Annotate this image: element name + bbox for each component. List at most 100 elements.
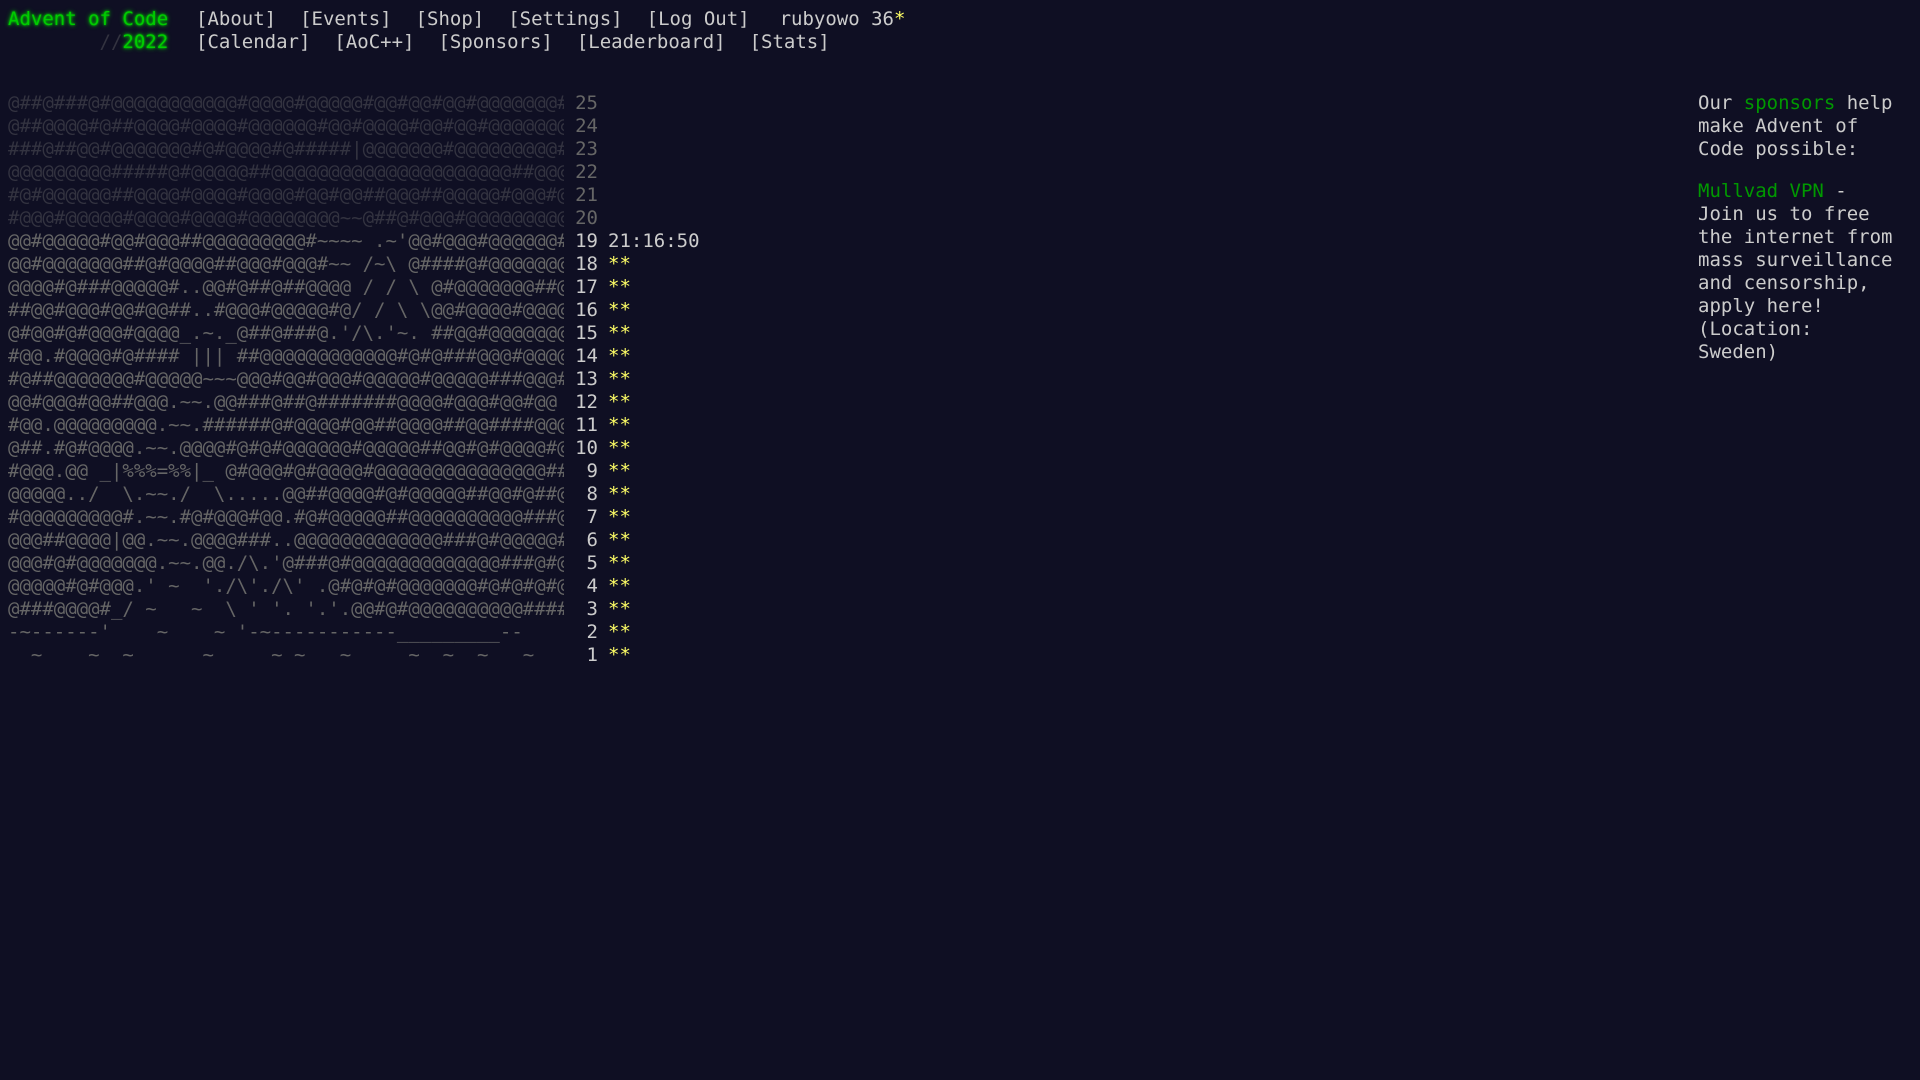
calendar-day-16[interactable]: ##@@#@@@#@@#@@##..#@@@#@@@@@#@/ / \ \@@#… — [8, 299, 700, 322]
calendar-day-number: 23 — [575, 138, 598, 160]
calendar-art-line: ##@@#@@@#@@#@@##..#@@@#@@@@@#@/ / \ \@@#… — [8, 299, 564, 321]
day-stars: ** — [608, 345, 631, 367]
site-header: Advent of Code [About] [Events] [Shop] [Set… — [8, 8, 905, 54]
calendar-art-line: @@@#@#@@@@@@@.~~.@@./\.'@###@#@@@@@@@@@@… — [8, 552, 564, 574]
calendar-art-line: @@@@@#@#@@@.' ~ './\'./\' .@#@#@#@@@@@@@… — [8, 575, 564, 597]
calendar-art-line: @@@@#@###@@@@@#..@@#@##@##@@@@ / / \ @#@… — [8, 276, 564, 298]
day-stars: ** — [608, 299, 631, 321]
calendar-art-line: #@#@@@@@@##@@@@#@@@@#@@@@#@@#@@##@@@##@@… — [8, 184, 564, 206]
calendar-art-line: ###@##@@#@@@@@@@#@#@@@@#@#####|@@@@@@@#@… — [8, 138, 564, 160]
day-stars: ** — [608, 414, 631, 436]
calendar-art-line: @##@@@@#@##@@@@#@@@@#@@@@@@#@@#@@@@#@@#@… — [8, 115, 564, 137]
calendar-art-line: #@@.@@@@@@@@@.~~.######@#@@@@#@@##@@@@##… — [8, 414, 564, 436]
nav-link-about[interactable]: [About] — [196, 8, 276, 30]
event-nav: [Calendar] [AoC++] [Sponsors] [Leaderboard]… — [196, 31, 854, 54]
calendar-day-number: 5 — [586, 552, 598, 574]
calendar-art-line: #@@.#@@@@#@#### ||| ##@@@@@@@@@@@@#@#@##… — [8, 345, 564, 367]
nav-link-events[interactable]: [Events] — [300, 8, 392, 30]
calendar-art-line: #@@@@@@@@@#.~~.#@#@@@#@@.#@#@@@@@##@@@@@… — [8, 506, 564, 528]
calendar-day-21: #@#@@@@@@##@@@@#@@@@#@@@@#@@#@@##@@@##@@… — [8, 184, 700, 207]
calendar-day-19[interactable]: @@#@@@@@#@@#@@@##@@@@@@@@@#~~~~ .~'@@#@@… — [8, 230, 700, 253]
calendar-day-13[interactable]: #@##@@@@@@@#@@@@@~~~@@@#@@#@@@#@@@@@#@@@… — [8, 368, 700, 391]
site-title-wrap: Advent of Code — [8, 8, 196, 31]
calendar-day-number: 24 — [575, 115, 598, 137]
calendar-day-number: 21 — [575, 184, 598, 206]
calendar-day-number: 7 — [586, 506, 598, 528]
calendar-art-line: #@@@.@@ _|%%%=%%|_ @#@@@#@#@@@@#@@@@@@@@… — [8, 460, 564, 482]
calendar-day-number: 25 — [575, 92, 598, 114]
calendar-day-5[interactable]: @@@#@#@@@@@@@.~~.@@./\.'@###@#@@@@@@@@@@… — [8, 552, 700, 575]
calendar-day-23: ###@##@@#@@@@@@@#@#@@@@#@#####|@@@@@@@#@… — [8, 138, 700, 161]
calendar-art-line: @@@@@@@@@#####@#@@@@@##@@@@@@@@@@@@@@@@@… — [8, 161, 564, 183]
calendar-day-18[interactable]: @@#@@@@@@@##@#@@@@##@@@#@@@#~~ /~\ @####… — [8, 253, 700, 276]
calendar-day-number: 6 — [586, 529, 598, 551]
calendar-day-3[interactable]: @###@@@@#_/ ~ ~ \ ' '. '.'.@@#@#@@@@@@@@… — [8, 598, 700, 621]
calendar-day-20: #@@@#@@@@@#@@@@#@@@@#@@@@@@@@~~@##@#@@@#… — [8, 207, 700, 230]
calendar-day-9[interactable]: #@@@.@@ _|%%%=%%|_ @#@@@#@#@@@@#@@@@@@@@… — [8, 460, 700, 483]
nav-link-log-out[interactable]: [Log Out] — [647, 8, 750, 30]
calendar-day-number: 20 — [575, 207, 598, 229]
sponsor-intro-text: Our — [1698, 92, 1744, 114]
calendar-art-line: @@@@@../ \.~~./ \.....@@##@@@@#@#@@@@@##… — [8, 483, 564, 505]
calendar-art-line: @##@###@#@@@@@@@@@@@#@@@@#@@@@@#@@#@@#@@… — [8, 92, 564, 114]
day-stars: ** — [608, 460, 631, 482]
sponsor-name-link[interactable]: Mullvad VPN — [1698, 180, 1824, 202]
sponsor-ad[interactable]: Mullvad VPN - Join us to free the intern… — [1698, 180, 1898, 364]
sponsor-sidebar: Our sponsors help make Advent of Code po… — [1698, 92, 1898, 383]
event-year-link[interactable]: 2022 — [122, 31, 168, 53]
day-stars: ** — [608, 529, 631, 551]
event-nav-link-leaderboard[interactable]: [Leaderboard] — [577, 31, 726, 53]
calendar-day-number: 8 — [586, 483, 598, 505]
year-prefix: // — [99, 31, 123, 53]
calendar-day-4[interactable]: @@@@@#@#@@@.' ~ './\'./\' .@#@#@#@@@@@@@… — [8, 575, 700, 598]
calendar-day-11[interactable]: #@@.@@@@@@@@@.~~.######@#@@@@#@@##@@@@##… — [8, 414, 700, 437]
day-stars: ** — [608, 437, 631, 459]
calendar-day-17[interactable]: @@@@#@###@@@@@#..@@#@##@##@@@@ / / \ @#@… — [8, 276, 700, 299]
calendar-art-line: #@@@#@@@@@#@@@@#@@@@#@@@@@@@@~~@##@#@@@#… — [8, 207, 564, 229]
calendar-art-line: -~------' ~ ~ '-~-----------_________-- — [8, 621, 523, 643]
day-stars: ** — [608, 253, 631, 275]
nav-link-settings[interactable]: [Settings] — [508, 8, 622, 30]
calendar-day-2[interactable]: -~------' ~ ~ '-~-----------_________-- 2… — [8, 621, 700, 644]
day-stars: ** — [608, 368, 631, 390]
calendar-day-number: 14 — [575, 345, 598, 367]
site-title-link[interactable]: Advent of Code — [8, 8, 168, 30]
sponsors-link[interactable]: sponsors — [1744, 92, 1836, 114]
calendar-day-12[interactable]: @@#@@@#@@##@@@.~~.@@###@##@#######@@@@#@… — [8, 391, 700, 414]
calendar-day-number: 11 — [575, 414, 598, 436]
calendar-day-10[interactable]: @##.#@#@@@@.~~.@@@@#@#@#@@@@@@#@@@@@##@@… — [8, 437, 700, 460]
calendar-day-number: 15 — [575, 322, 598, 344]
sponsor-intro: Our sponsors help make Advent of Code po… — [1698, 92, 1898, 161]
calendar-day-number: 12 — [575, 391, 598, 413]
calendar-art-line: @@@##@@@@|@@.~~.@@@@###..@@@@@@@@@@@@@##… — [8, 529, 564, 551]
calendar-day-15[interactable]: @#@@#@#@@@#@@@@_.~._@##@###@.'/\.'~. ##@… — [8, 322, 700, 345]
header-row-top: Advent of Code [About] [Events] [Shop] [Set… — [8, 8, 905, 31]
calendar-day-14[interactable]: #@@.#@@@@#@#### ||| ##@@@@@@@@@@@@#@#@##… — [8, 345, 700, 368]
event-nav-link-calendar[interactable]: [Calendar] — [196, 31, 310, 53]
day-stars: ** — [608, 391, 631, 413]
calendar-day-6[interactable]: @@@##@@@@|@@.~~.@@@@###..@@@@@@@@@@@@@##… — [8, 529, 700, 552]
calendar-day-number: 10 — [575, 437, 598, 459]
event-nav-link-stats[interactable]: [Stats] — [750, 31, 830, 53]
calendar-art-line: #@##@@@@@@@#@@@@@~~~@@@#@@#@@@#@@@@@#@@@… — [8, 368, 564, 390]
event-nav-link-sponsors[interactable]: [Sponsors] — [438, 31, 552, 53]
calendar-day-22: @@@@@@@@@#####@#@@@@@##@@@@@@@@@@@@@@@@@… — [8, 161, 700, 184]
calendar-art-line: @@#@@@@@#@@#@@@##@@@@@@@@@#~~~~ .~'@@#@@… — [8, 230, 564, 252]
day-stars: ** — [608, 322, 631, 344]
calendar-day-7[interactable]: #@@@@@@@@@#.~~.#@#@@@#@@.#@#@@@@@##@@@@@… — [8, 506, 700, 529]
calendar-art-line: @#@@#@#@@@#@@@@_.~._@##@###@.'/\.'~. ##@… — [8, 322, 564, 344]
calendar-day-number: 4 — [586, 575, 598, 597]
unlock-countdown: 21:16:50 — [608, 230, 700, 252]
day-stars: ** — [608, 506, 631, 528]
calendar-day-8[interactable]: @@@@@../ \.~~./ \.....@@##@@@@#@#@@@@@##… — [8, 483, 700, 506]
nav-link-shop[interactable]: [Shop] — [416, 8, 485, 30]
day-stars: ** — [608, 552, 631, 574]
day-stars: ** — [608, 276, 631, 298]
calendar-art-line: @###@@@@#_/ ~ ~ \ ' '. '.'.@@#@#@@@@@@@@… — [8, 598, 564, 620]
main-nav: [About] [Events] [Shop] [Settings] [Log Out] — [196, 8, 774, 31]
calendar-day-number: 16 — [575, 299, 598, 321]
day-stars: ** — [608, 575, 631, 597]
calendar-day-1[interactable]: ~ ~ ~ ~ ~ ~ ~ ~ ~ ~ ~ 1 ** — [8, 644, 700, 667]
event-nav-link-aocplusplus[interactable]: [AoC++] — [334, 31, 414, 53]
calendar-day-number: 19 — [575, 230, 598, 252]
